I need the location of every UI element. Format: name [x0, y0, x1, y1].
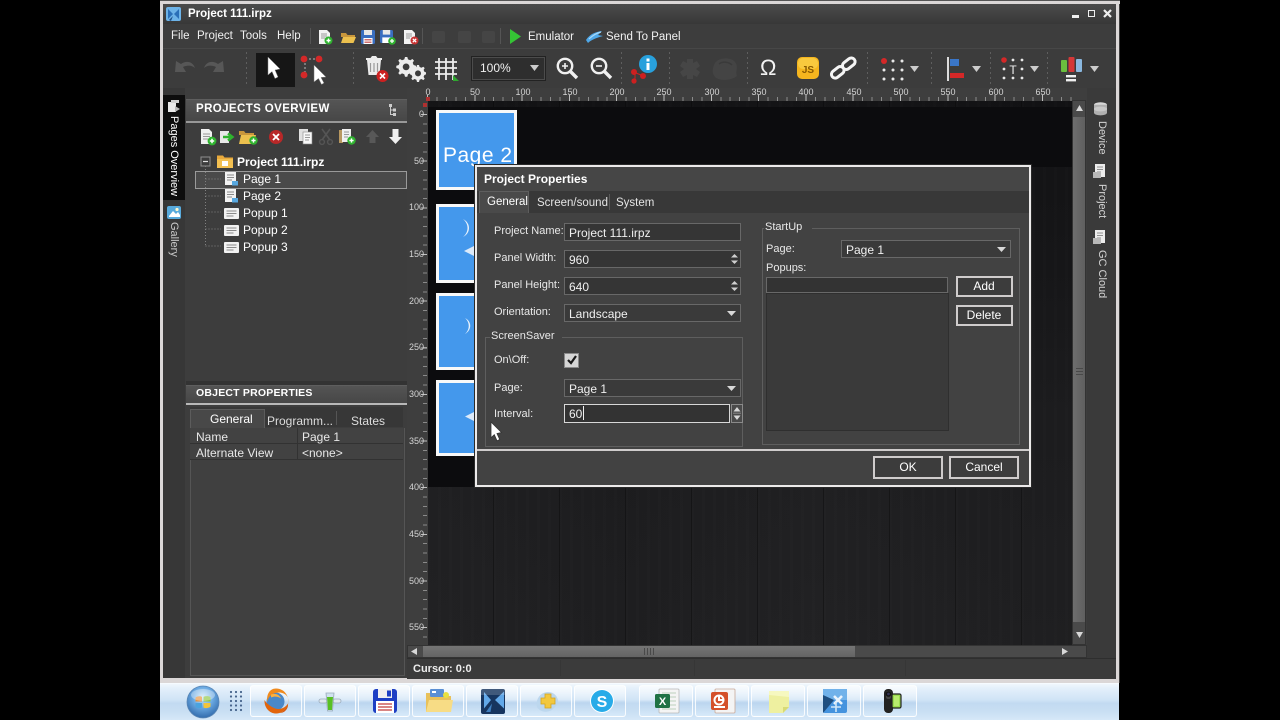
svg-text:S: S	[597, 694, 608, 711]
svg-text:JS: JS	[802, 65, 815, 76]
svg-text:T: T	[1009, 63, 1017, 77]
svg-text:X: X	[659, 696, 667, 708]
